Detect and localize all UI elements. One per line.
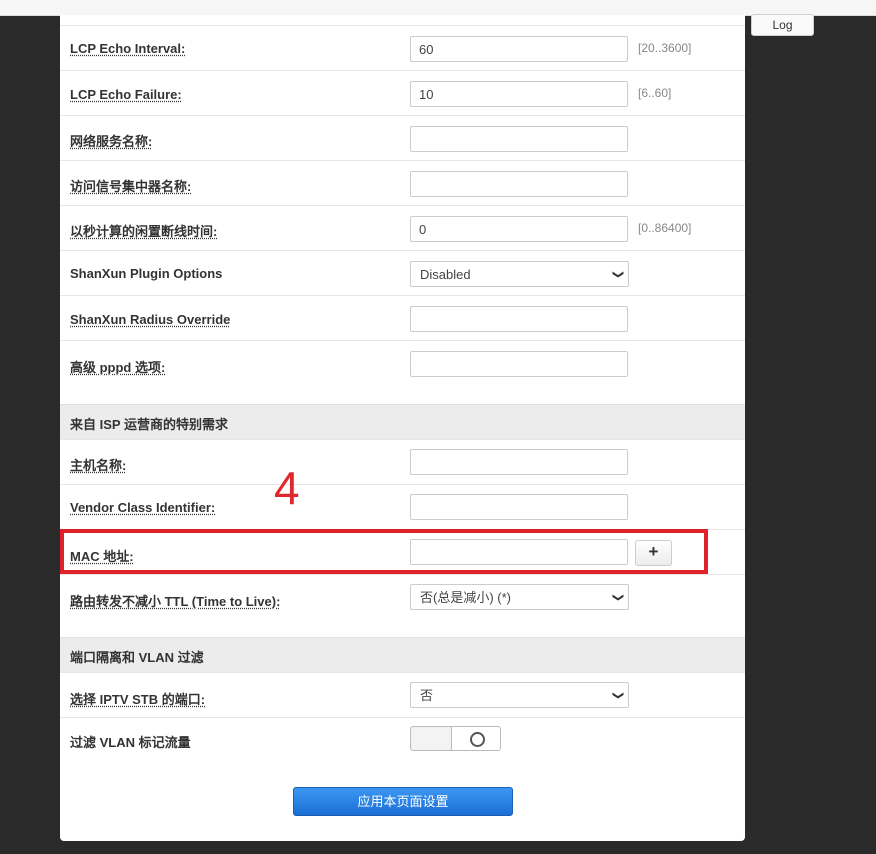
- service-name-label: 网络服务名称:: [70, 134, 153, 149]
- row-vendor-class: Vendor Class Identifier:: [60, 484, 745, 530]
- row-shanxun-radius: ShanXun Radius Override: [60, 295, 745, 341]
- ttl-value: 否(总是减小) (*): [420, 590, 511, 605]
- ttl-select[interactable]: 否(总是减小) (*) ❯: [410, 584, 629, 610]
- chevron-down-icon: ❯: [611, 269, 624, 280]
- iptv-port-label: 选择 IPTV STB 的端口:: [70, 692, 206, 707]
- toggle-knob: [451, 727, 500, 750]
- pppd-options-label: 高级 pppd 选项:: [70, 360, 166, 375]
- shanxun-plugin-select[interactable]: Disabled ❯: [410, 261, 629, 287]
- vlan-section-title: 端口隔离和 VLAN 过滤: [70, 650, 204, 665]
- row-concentrator: 访问信号集中器名称:: [60, 160, 745, 206]
- vlan-filter-toggle[interactable]: [410, 726, 501, 751]
- apply-settings-button[interactable]: 应用本页面设置: [293, 787, 513, 816]
- isp-section-title: 来自 ISP 运营商的特别需求: [70, 417, 228, 432]
- shanxun-plugin-value: Disabled: [420, 267, 471, 282]
- row-lcp-failure: LCP Echo Failure: 10 [6..60]: [60, 70, 745, 116]
- pppd-options-input[interactable]: [410, 351, 628, 377]
- idle-timeout-input[interactable]: 0: [410, 216, 628, 242]
- annotation-number: 4: [274, 462, 300, 514]
- log-button[interactable]: Log: [751, 14, 814, 36]
- idle-timeout-label: 以秒计算的闲置断线时间:: [70, 224, 218, 239]
- chevron-down-icon: ❯: [611, 690, 624, 701]
- isp-section-header: 来自 ISP 运营商的特别需求: [60, 404, 745, 439]
- row-lcp-interval: LCP Echo Interval: 60 [20..3600]: [60, 25, 745, 71]
- annotation-highlight-box: [60, 529, 708, 574]
- lcp-failure-hint: [6..60]: [638, 86, 672, 100]
- vlan-section-header: 端口隔离和 VLAN 过滤: [60, 637, 745, 672]
- shanxun-radius-label: ShanXun Radius Override: [70, 312, 231, 327]
- shanxun-plugin-label: ShanXun Plugin Options: [70, 266, 223, 281]
- lcp-interval-input[interactable]: 60: [410, 36, 628, 62]
- ttl-label: 路由转发不减小 TTL (Time to Live):: [70, 594, 281, 609]
- circle-icon: [470, 732, 485, 747]
- top-bar: [0, 0, 876, 16]
- iptv-port-select[interactable]: 否 ❯: [410, 682, 629, 708]
- vlan-filter-label: 过滤 VLAN 标记流量: [70, 735, 191, 750]
- row-hostname: 主机名称:: [60, 439, 745, 485]
- lcp-failure-label: LCP Echo Failure:: [70, 87, 182, 102]
- idle-timeout-hint: [0..86400]: [638, 221, 692, 235]
- concentrator-label: 访问信号集中器名称:: [70, 179, 192, 194]
- service-name-input[interactable]: [410, 126, 628, 152]
- vendor-class-input[interactable]: [410, 494, 628, 520]
- lcp-interval-hint: [20..3600]: [638, 41, 692, 55]
- iptv-port-value: 否: [420, 688, 434, 703]
- row-shanxun-plugin: ShanXun Plugin Options Disabled ❯: [60, 250, 745, 296]
- shanxun-radius-input[interactable]: [410, 306, 628, 332]
- chevron-down-icon: ❯: [611, 592, 624, 603]
- lcp-interval-label: LCP Echo Interval:: [70, 41, 186, 56]
- hostname-label: 主机名称:: [70, 458, 127, 473]
- concentrator-input[interactable]: [410, 171, 628, 197]
- row-service-name: 网络服务名称:: [60, 115, 745, 161]
- row-pppd-options: 高级 pppd 选项:: [60, 340, 745, 405]
- row-vlan-filter: 过滤 VLAN 标记流量: [60, 717, 745, 768]
- vendor-class-label: Vendor Class Identifier:: [70, 500, 216, 515]
- settings-panel: LCP Echo Interval: 60 [20..3600] LCP Ech…: [60, 15, 745, 841]
- hostname-input[interactable]: [410, 449, 628, 475]
- row-iptv-port: 选择 IPTV STB 的端口: 否 ❯: [60, 672, 745, 718]
- row-idle-timeout: 以秒计算的闲置断线时间: 0 [0..86400]: [60, 205, 745, 251]
- lcp-failure-input[interactable]: 10: [410, 81, 628, 107]
- row-ttl: 路由转发不减小 TTL (Time to Live): 否(总是减小) (*) …: [60, 574, 745, 638]
